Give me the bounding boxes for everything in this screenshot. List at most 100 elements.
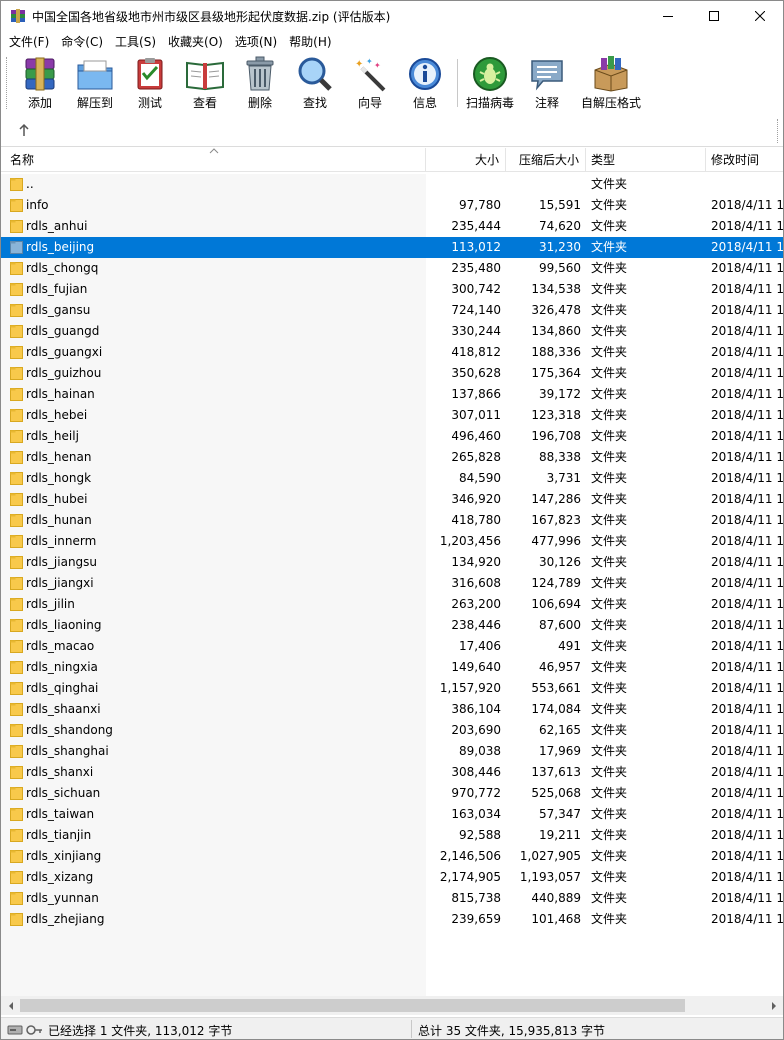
- file-row[interactable]: rdls_shanxi 308,446 137,613 文件夹 2018/4/11 1: [1, 762, 783, 783]
- file-row[interactable]: rdls_taiwan 163,034 57,347 文件夹 2018/4/11 1: [1, 804, 783, 825]
- file-row[interactable]: rdls_jiangxi 316,608 124,789 文件夹 2018/4/11 1: [1, 573, 783, 594]
- svg-text:✦: ✦: [355, 59, 363, 70]
- minimize-icon: [663, 16, 673, 17]
- file-packed-size: 1,193,057: [519, 870, 581, 884]
- minimize-button[interactable]: [645, 1, 691, 31]
- virus-scan-button[interactable]: 扫描病毒: [462, 56, 518, 114]
- close-icon: [755, 11, 765, 21]
- file-size: 113,012: [451, 240, 501, 254]
- file-row[interactable]: rdls_liaoning 238,446 87,600 文件夹 2018/4/11 1: [1, 615, 783, 636]
- file-size: 308,446: [451, 765, 501, 779]
- file-row[interactable]: rdls_guizhou 350,628 175,364 文件夹 2018/4/11 1: [1, 363, 783, 384]
- test-button[interactable]: 测试: [122, 56, 178, 114]
- file-row[interactable]: rdls_henan 265,828 88,338 文件夹 2018/4/11 1: [1, 447, 783, 468]
- folder-icon: [10, 430, 23, 443]
- file-name: rdls_shanxi: [26, 765, 94, 779]
- status-separator: [411, 1020, 412, 1038]
- file-row[interactable]: rdls_shandong 203,690 62,165 文件夹 2018/4/11 1: [1, 720, 783, 741]
- sfx-button[interactable]: 自解压格式: [581, 56, 641, 114]
- file-row[interactable]: rdls_hunan 418,780 167,823 文件夹 2018/4/11 1: [1, 510, 783, 531]
- file-row[interactable]: rdls_shaanxi 386,104 174,084 文件夹 2018/4/11 1: [1, 699, 783, 720]
- info-button[interactable]: 信息: [397, 56, 453, 114]
- file-row[interactable]: rdls_tianjin 92,588 19,211 文件夹 2018/4/11 1: [1, 825, 783, 846]
- file-name: info: [26, 198, 49, 212]
- file-name: rdls_qinghai: [26, 681, 99, 695]
- file-row[interactable]: rdls_hebei 307,011 123,318 文件夹 2018/4/11 1: [1, 405, 783, 426]
- file-row[interactable]: rdls_hainan 137,866 39,172 文件夹 2018/4/11 1: [1, 384, 783, 405]
- file-row[interactable]: rdls_beijing 113,012 31,230 文件夹 2018/4/11 1: [1, 237, 783, 258]
- toolbar-grip[interactable]: [6, 57, 9, 109]
- scroll-right-button[interactable]: [765, 996, 782, 1015]
- add-button[interactable]: 添加: [12, 56, 68, 114]
- file-type: 文件夹: [591, 408, 628, 422]
- file-row[interactable]: rdls_chongq 235,480 99,560 文件夹 2018/4/11 1: [1, 258, 783, 279]
- file-row[interactable]: rdls_ningxia 149,640 46,957 文件夹 2018/4/11 1: [1, 657, 783, 678]
- close-button[interactable]: [737, 1, 783, 31]
- comment-button[interactable]: 注释: [519, 56, 575, 114]
- view-button[interactable]: 查看: [177, 56, 233, 114]
- drive-key-icon[interactable]: [7, 1023, 43, 1037]
- file-row[interactable]: rdls_xinjiang 2,146,506 1,027,905 文件夹 2018/4…: [1, 846, 783, 867]
- file-row[interactable]: rdls_zhejiang 239,659 101,468 文件夹 2018/4/11 …: [1, 909, 783, 930]
- address-bar-grip[interactable]: [777, 119, 779, 143]
- svg-text:✦: ✦: [374, 61, 381, 70]
- file-name: rdls_hainan: [26, 387, 95, 401]
- menu-file[interactable]: 文件(F): [3, 33, 55, 50]
- file-row[interactable]: info 97,780 15,591 文件夹 2018/4/11 1: [1, 195, 783, 216]
- maximize-button[interactable]: [691, 1, 737, 31]
- find-icon: [295, 56, 335, 92]
- file-row[interactable]: rdls_gansu 724,140 326,478 文件夹 2018/4/11 1: [1, 300, 783, 321]
- menu-tools[interactable]: 工具(S): [109, 33, 162, 50]
- test-icon: [130, 56, 170, 92]
- column-header-packed[interactable]: 压缩后大小: [506, 148, 586, 172]
- file-row[interactable]: rdls_yunnan 815,738 440,889 文件夹 2018/4/11 1: [1, 888, 783, 909]
- file-size: 970,772: [451, 786, 501, 800]
- folder-icon: [10, 682, 23, 695]
- file-row[interactable]: rdls_xizang 2,174,905 1,193,057 文件夹 2018/4/1…: [1, 867, 783, 888]
- file-row[interactable]: rdls_jiangsu 134,920 30,126 文件夹 2018/4/11 1: [1, 552, 783, 573]
- file-size: 330,244: [451, 324, 501, 338]
- file-size: 386,104: [451, 702, 501, 716]
- menu-commands[interactable]: 命令(C): [55, 33, 109, 50]
- file-row[interactable]: rdls_shanghai 89,038 17,969 文件夹 2018/4/11 1: [1, 741, 783, 762]
- file-size: 89,038: [459, 744, 501, 758]
- file-row[interactable]: rdls_hubei 346,920 147,286 文件夹 2018/4/11 1: [1, 489, 783, 510]
- file-row[interactable]: rdls_macao 17,406 491 文件夹 2018/4/11 1: [1, 636, 783, 657]
- horizontal-scrollbar[interactable]: [1, 996, 783, 1015]
- folder-icon: [10, 598, 23, 611]
- menu-help[interactable]: 帮助(H): [283, 33, 337, 50]
- scrollbar-thumb[interactable]: [20, 999, 685, 1012]
- file-row[interactable]: rdls_qinghai 1,157,920 553,661 文件夹 2018/4/11…: [1, 678, 783, 699]
- file-packed-size: 188,336: [531, 345, 581, 359]
- scroll-left-button[interactable]: [2, 996, 19, 1015]
- file-row[interactable]: rdls_jilin 263,200 106,694 文件夹 2018/4/11 1: [1, 594, 783, 615]
- file-row[interactable]: rdls_fujian 300,742 134,538 文件夹 2018/4/11 1: [1, 279, 783, 300]
- file-row[interactable]: rdls_hongk 84,590 3,731 文件夹 2018/4/11 1: [1, 468, 783, 489]
- extract-to-button[interactable]: 解压到: [67, 56, 123, 114]
- wizard-button-label: 向导: [357, 96, 382, 110]
- column-header-size[interactable]: 大小: [426, 148, 506, 172]
- menu-favorites[interactable]: 收藏夹(O): [162, 33, 229, 50]
- delete-button[interactable]: 删除: [232, 56, 288, 114]
- folder-icon: [10, 619, 23, 632]
- find-button[interactable]: 查找: [287, 56, 343, 114]
- file-row[interactable]: rdls_guangxi 418,812 188,336 文件夹 2018/4/11 1: [1, 342, 783, 363]
- file-type: 文件夹: [591, 324, 628, 338]
- file-mtime: 2018/4/11 1: [711, 681, 783, 695]
- file-row[interactable]: rdls_anhui 235,444 74,620 文件夹 2018/4/11 1: [1, 216, 783, 237]
- file-size: 238,446: [451, 618, 501, 632]
- file-row[interactable]: rdls_sichuan 970,772 525,068 文件夹 2018/4/11 1: [1, 783, 783, 804]
- winrar-app-icon[interactable]: [10, 8, 26, 24]
- file-row[interactable]: .. 文件夹: [1, 174, 783, 195]
- info-button-label: 信息: [412, 96, 437, 110]
- file-row[interactable]: rdls_innerm 1,203,456 477,996 文件夹 2018/4/11 …: [1, 531, 783, 552]
- wizard-button[interactable]: ✦ ✦ ✦ 向导: [342, 56, 398, 114]
- up-folder-icon[interactable]: [16, 122, 32, 138]
- column-header-type[interactable]: 类型: [586, 148, 706, 172]
- menu-options[interactable]: 选项(N): [229, 33, 283, 50]
- file-row[interactable]: rdls_heilj 496,460 196,708 文件夹 2018/4/11 1: [1, 426, 783, 447]
- column-header-mtime[interactable]: 修改时间: [706, 148, 783, 172]
- file-size: 300,742: [451, 282, 501, 296]
- file-type: 文件夹: [591, 828, 628, 842]
- file-row[interactable]: rdls_guangd 330,244 134,860 文件夹 2018/4/11 1: [1, 321, 783, 342]
